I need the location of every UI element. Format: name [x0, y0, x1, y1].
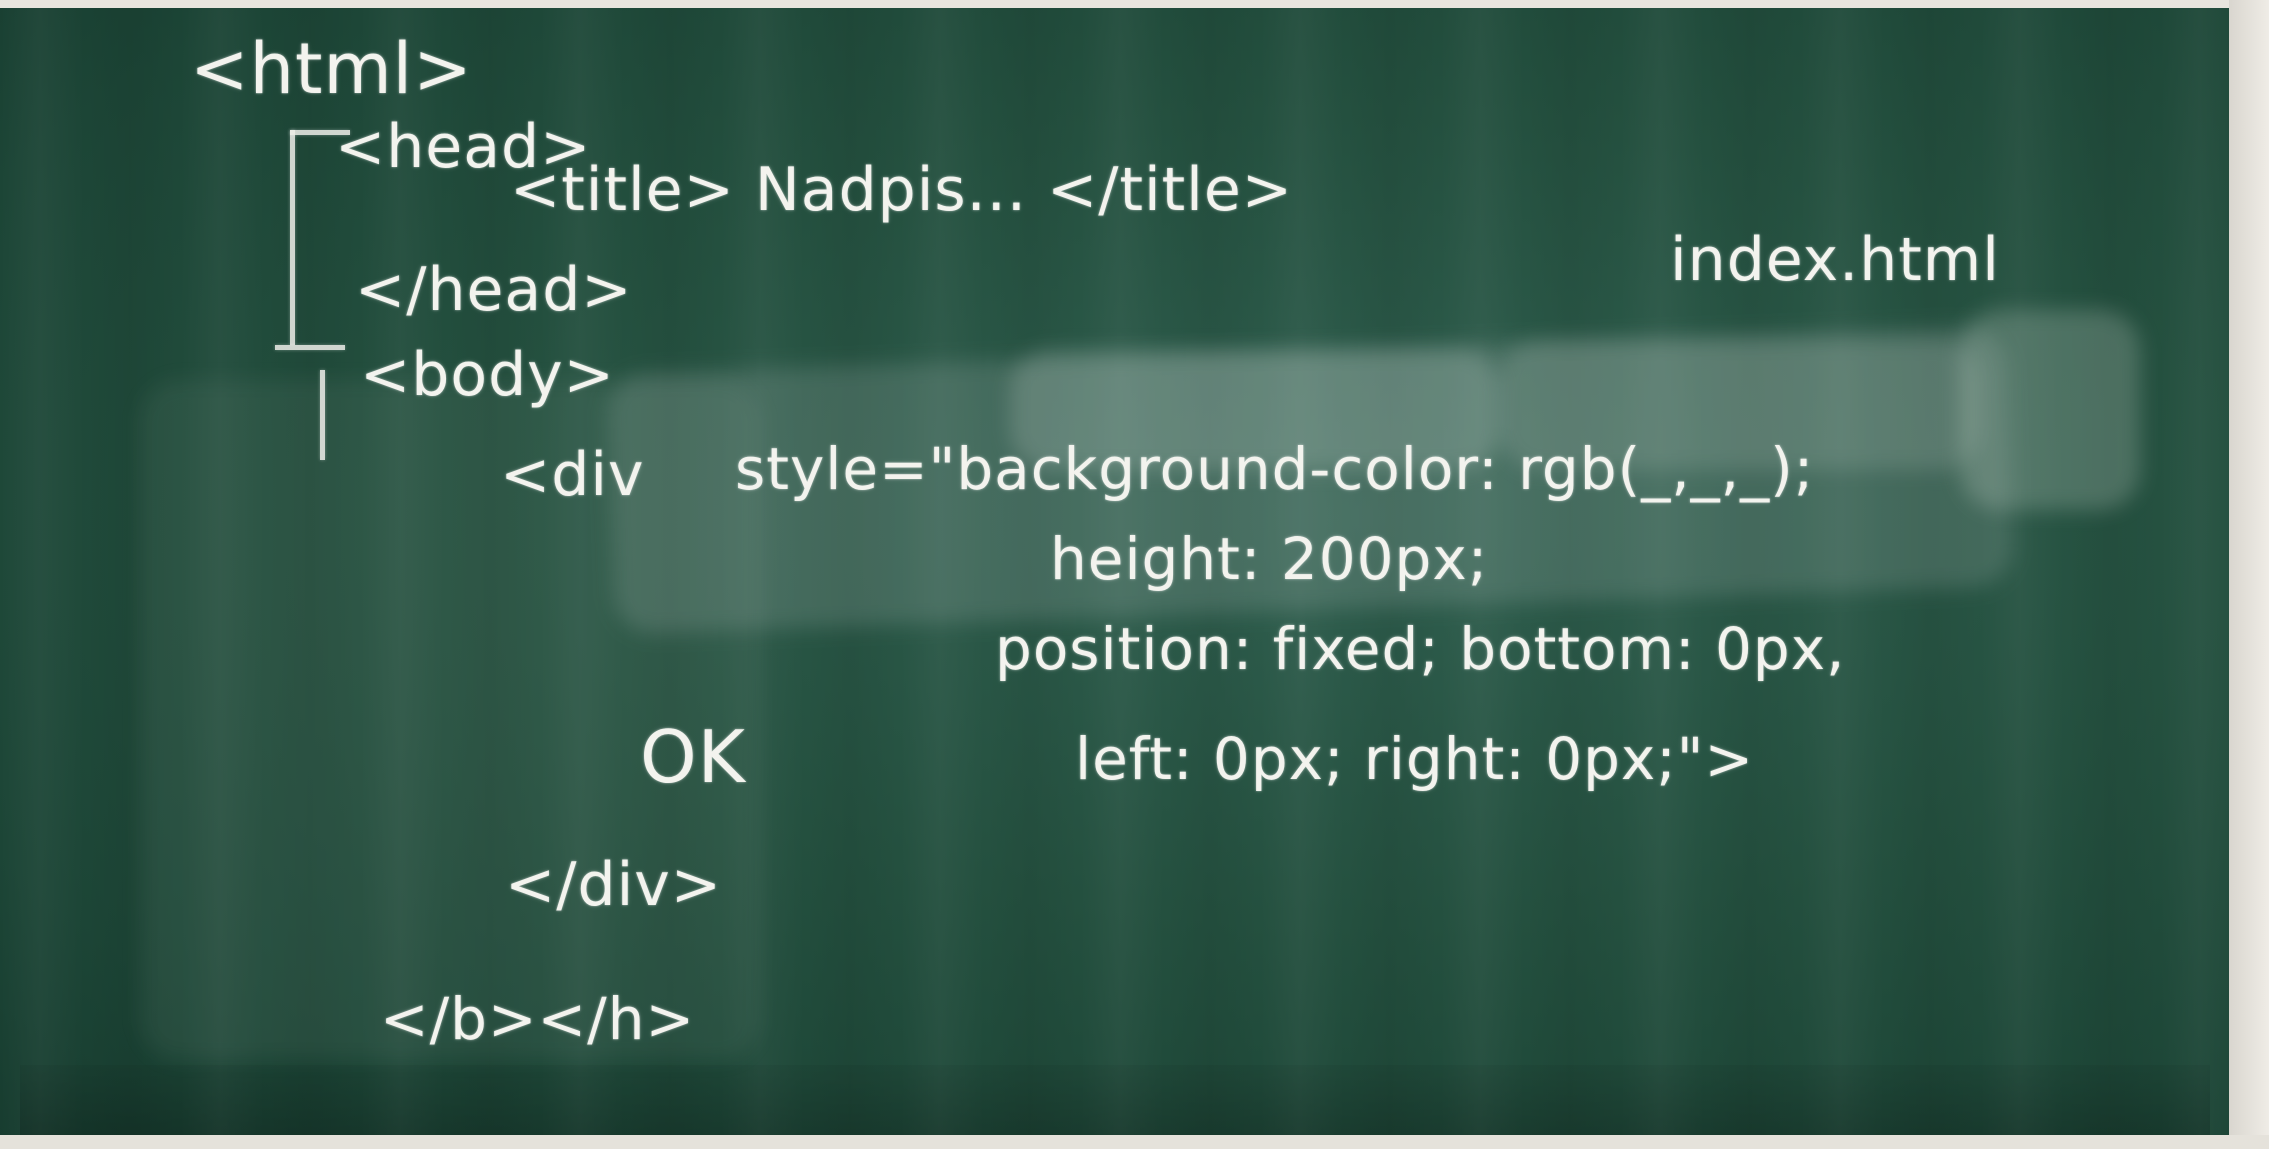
head-bracket: [275, 345, 345, 350]
style-attribute-line: style="background-color: rgb(_,_,_);: [735, 435, 1815, 503]
body-open-tag: <body>: [360, 340, 615, 410]
title-element: <title> Nadpis... </title>: [510, 155, 1294, 225]
html-open-tag: <html>: [190, 28, 473, 110]
head-close-tag: </head>: [355, 255, 633, 325]
eraser-smudge: [1960, 310, 2140, 510]
body-bracket: [320, 370, 325, 460]
board-frame-right: [2229, 0, 2269, 1149]
div-content-text: OK: [640, 715, 746, 799]
board-frame-bottom: [0, 1135, 2269, 1149]
left-right-declaration: left: 0px; right: 0px;">: [1075, 725, 1755, 793]
div-close-tag: </div>: [505, 850, 723, 920]
body-html-close-tags: </b></h>: [380, 985, 696, 1053]
chalk-tray: [20, 1065, 2210, 1135]
position-declaration: position: fixed; bottom: 0px,: [995, 615, 1846, 683]
chalkboard: <html> <head> <title> Nadpis... </title>…: [0, 0, 2269, 1149]
height-declaration: height: 200px;: [1050, 525, 1489, 593]
div-open-tag: <div: [500, 440, 645, 510]
head-bracket: [290, 130, 295, 345]
file-name-label: index.html: [1670, 225, 2000, 295]
